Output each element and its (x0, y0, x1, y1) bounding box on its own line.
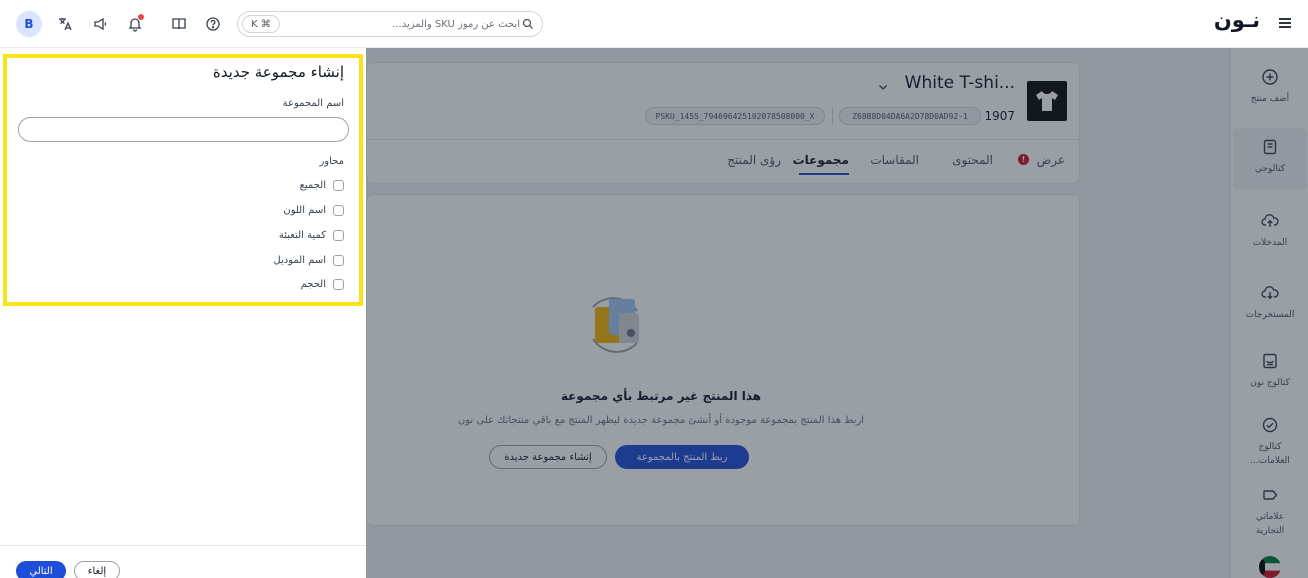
group-name-label: اسم المجموعة (282, 98, 344, 109)
menu-icon[interactable] (1276, 14, 1294, 32)
search-icon (522, 18, 533, 29)
search-bar[interactable]: K ⌘ (237, 11, 543, 37)
axis-label: كمية التعبئة (278, 229, 326, 241)
axis-option-color-name[interactable]: اسم اللون (283, 203, 344, 217)
axis-option-size[interactable]: الحجم (301, 277, 344, 291)
axis-label: اسم اللون (283, 204, 326, 216)
next-button[interactable]: التالي (16, 561, 66, 578)
user-avatar[interactable]: B (16, 11, 42, 37)
checkbox[interactable] (333, 254, 344, 266)
megaphone-icon[interactable] (88, 11, 114, 37)
axis-option-model-name[interactable]: اسم الموديل (273, 253, 344, 267)
help-icon[interactable] (200, 11, 226, 37)
search-input[interactable] (286, 12, 520, 36)
axis-option-pack-quantity[interactable]: كمية التعبئة (279, 228, 344, 242)
top-bar: B K ⌘ نـون (0, 0, 1308, 48)
group-name-input[interactable] (18, 117, 349, 142)
cancel-button[interactable]: إلغاء (74, 561, 120, 578)
book-icon[interactable] (166, 11, 192, 37)
shortcut-hint: K ⌘ (242, 15, 280, 33)
translate-icon[interactable] (52, 11, 78, 37)
checkbox[interactable] (333, 179, 344, 191)
axes-label: محاور (319, 156, 344, 167)
noon-logo[interactable]: نـون (1214, 8, 1260, 32)
axis-option-all[interactable]: الجميع (300, 178, 344, 192)
bell-icon[interactable] (122, 11, 148, 37)
notification-dot (138, 14, 144, 20)
checkbox[interactable] (333, 278, 344, 290)
axis-label: اسم الموديل (273, 254, 326, 266)
drawer-title: إنشاء مجموعة جديدة (212, 63, 344, 81)
create-group-drawer: إنشاء مجموعة جديدة اسم المجموعة محاور ال… (0, 48, 366, 578)
axis-label: الحجم (300, 278, 326, 290)
drawer-footer-divider (0, 545, 366, 546)
checkbox[interactable] (333, 204, 344, 216)
modal-backdrop[interactable] (366, 48, 1308, 578)
axis-label: الجميع (299, 179, 326, 191)
checkbox[interactable] (333, 229, 344, 241)
